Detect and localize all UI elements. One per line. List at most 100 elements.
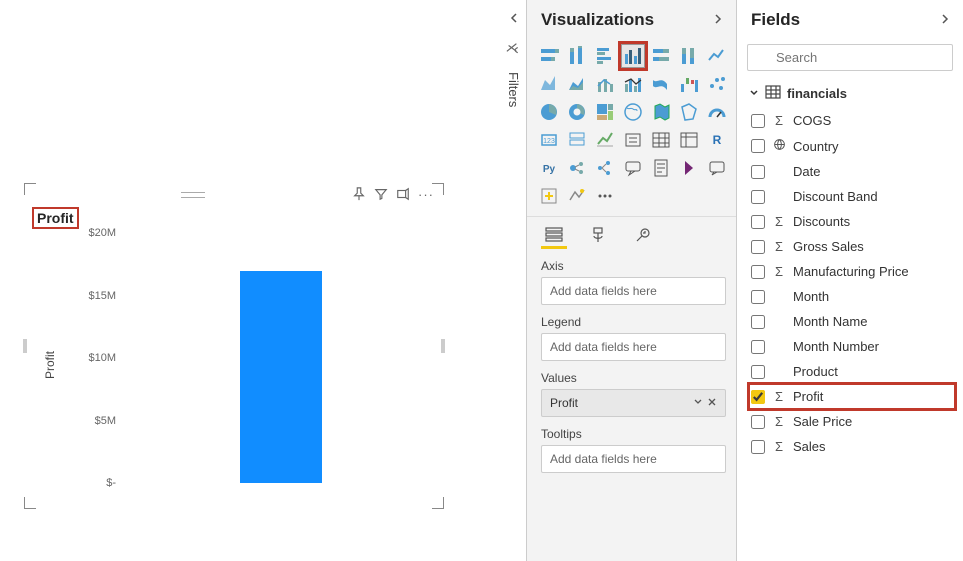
viz-shape-map-icon[interactable] (677, 100, 701, 124)
filter-icon[interactable] (374, 187, 388, 204)
viz-map-icon[interactable] (621, 100, 645, 124)
field-item[interactable]: ΣMonth Number (749, 334, 955, 359)
field-checkbox[interactable] (751, 165, 765, 179)
field-label: Sale Price (793, 414, 852, 429)
viz-table-icon[interactable] (649, 128, 673, 152)
y-tick-label: $- (106, 477, 116, 489)
field-item[interactable]: ΣSales (749, 434, 955, 459)
collapse-fields-icon[interactable] (939, 12, 951, 29)
field-checkbox[interactable] (751, 240, 765, 254)
viz-custom-1-icon[interactable] (537, 184, 561, 208)
expand-filters-icon[interactable] (508, 12, 520, 27)
viz-stacked-bar-icon[interactable] (537, 44, 561, 68)
viz-donut-icon[interactable] (565, 100, 589, 124)
viz-multi-row-card-icon[interactable] (565, 128, 589, 152)
viz-area-icon[interactable] (537, 72, 561, 96)
viz-card-icon[interactable]: 123 (537, 128, 561, 152)
viz-r-icon[interactable]: R (705, 128, 729, 152)
field-item[interactable]: ΣDiscount Band (749, 184, 955, 209)
field-checkbox[interactable] (751, 315, 765, 329)
field-item[interactable]: ΣMonth Name (749, 309, 955, 334)
resize-handle-tr[interactable] (432, 183, 444, 195)
viz-custom-2-icon[interactable] (565, 184, 589, 208)
field-item[interactable]: ΣGross Sales (749, 234, 955, 259)
sigma-icon: Σ (772, 113, 786, 128)
bar[interactable] (240, 271, 322, 484)
viz-treemap-icon[interactable] (593, 100, 617, 124)
viz-more-icon[interactable] (593, 184, 617, 208)
axis-well[interactable]: Add data fields here (541, 277, 726, 305)
search-input[interactable] (747, 44, 953, 71)
field-item[interactable]: ΣCOGS (749, 108, 955, 133)
tooltips-well[interactable]: Add data fields here (541, 445, 726, 473)
field-item[interactable]: ΣSale Price (749, 409, 955, 434)
viz-filled-map-icon[interactable] (649, 100, 673, 124)
focus-mode-icon[interactable] (396, 187, 410, 204)
viz-line-stacked-column-icon[interactable] (593, 72, 617, 96)
viz-kpi-icon[interactable] (593, 128, 617, 152)
viz-line-icon[interactable] (705, 44, 729, 68)
viz-stacked-column-icon[interactable] (565, 44, 589, 68)
filters-icon[interactable] (505, 41, 522, 55)
field-item[interactable]: ΣProfit (749, 384, 955, 409)
values-well[interactable]: Profit (541, 389, 726, 417)
field-checkbox[interactable] (751, 190, 765, 204)
field-item[interactable]: ΣMonth (749, 284, 955, 309)
viz-waterfall-icon[interactable] (677, 72, 701, 96)
field-checkbox[interactable] (751, 215, 765, 229)
field-checkbox[interactable] (751, 114, 765, 128)
viz-chat-icon[interactable] (705, 156, 729, 180)
visual-container[interactable]: ··· Profit Profit $20M$15M$10M$5M$- (25, 184, 443, 508)
visual-grip[interactable] (34, 192, 352, 198)
table-header[interactable]: financials (737, 75, 963, 108)
report-canvas[interactable]: ··· Profit Profit $20M$15M$10M$5M$- (0, 0, 501, 561)
field-checkbox[interactable] (751, 139, 765, 153)
fields-title: Fields (751, 10, 800, 30)
viz-pie-icon[interactable] (537, 100, 561, 124)
chevron-down-icon[interactable] (693, 396, 703, 410)
y-tick-label: $10M (88, 352, 116, 364)
legend-well[interactable]: Add data fields here (541, 333, 726, 361)
resize-handle-tl[interactable] (24, 183, 36, 195)
field-checkbox[interactable] (751, 265, 765, 279)
viz-gauge-icon[interactable] (705, 100, 729, 124)
field-checkbox[interactable] (751, 340, 765, 354)
tab-analytics[interactable] (629, 223, 655, 249)
field-checkbox[interactable] (751, 415, 765, 429)
tab-format[interactable] (585, 223, 611, 249)
resize-handle-br[interactable] (432, 497, 444, 509)
field-item[interactable]: Country (749, 133, 955, 159)
field-checkbox[interactable] (751, 290, 765, 304)
field-checkbox[interactable] (751, 390, 765, 404)
viz-scatter-icon[interactable] (705, 72, 729, 96)
field-item[interactable]: ΣProduct (749, 359, 955, 384)
viz-stacked-bar-100-icon[interactable] (649, 44, 673, 68)
viz-ribbon-icon[interactable] (649, 72, 673, 96)
viz-stacked-area-icon[interactable] (565, 72, 589, 96)
pin-icon[interactable] (352, 187, 366, 204)
viz-clustered-bar-icon[interactable] (593, 44, 617, 68)
field-list: ΣCOGSCountryΣDateΣDiscount BandΣDiscount… (737, 108, 963, 467)
viz-decomposition-icon[interactable] (593, 156, 617, 180)
collapse-viz-icon[interactable] (712, 12, 724, 29)
viz-stacked-column-100-icon[interactable] (677, 44, 701, 68)
resize-handle-l[interactable] (23, 339, 27, 353)
field-checkbox[interactable] (751, 440, 765, 454)
tab-fields[interactable] (541, 223, 567, 249)
resize-handle-bl[interactable] (24, 497, 36, 509)
resize-handle-r[interactable] (441, 339, 445, 353)
remove-field-icon[interactable] (707, 396, 717, 410)
viz-line-clustered-column-icon[interactable] (621, 72, 645, 96)
viz-key-influencers-icon[interactable] (565, 156, 589, 180)
viz-python-icon[interactable]: Py (537, 156, 561, 180)
field-checkbox[interactable] (751, 365, 765, 379)
viz-qa-icon[interactable] (621, 156, 645, 180)
field-item[interactable]: ΣDate (749, 159, 955, 184)
viz-matrix-icon[interactable] (677, 128, 701, 152)
field-item[interactable]: ΣManufacturing Price (749, 259, 955, 284)
viz-paginated-icon[interactable] (649, 156, 673, 180)
field-item[interactable]: ΣDiscounts (749, 209, 955, 234)
viz-slicer-icon[interactable] (621, 128, 645, 152)
viz-clustered-column-icon[interactable] (621, 44, 645, 68)
viz-power-apps-icon[interactable] (677, 156, 701, 180)
